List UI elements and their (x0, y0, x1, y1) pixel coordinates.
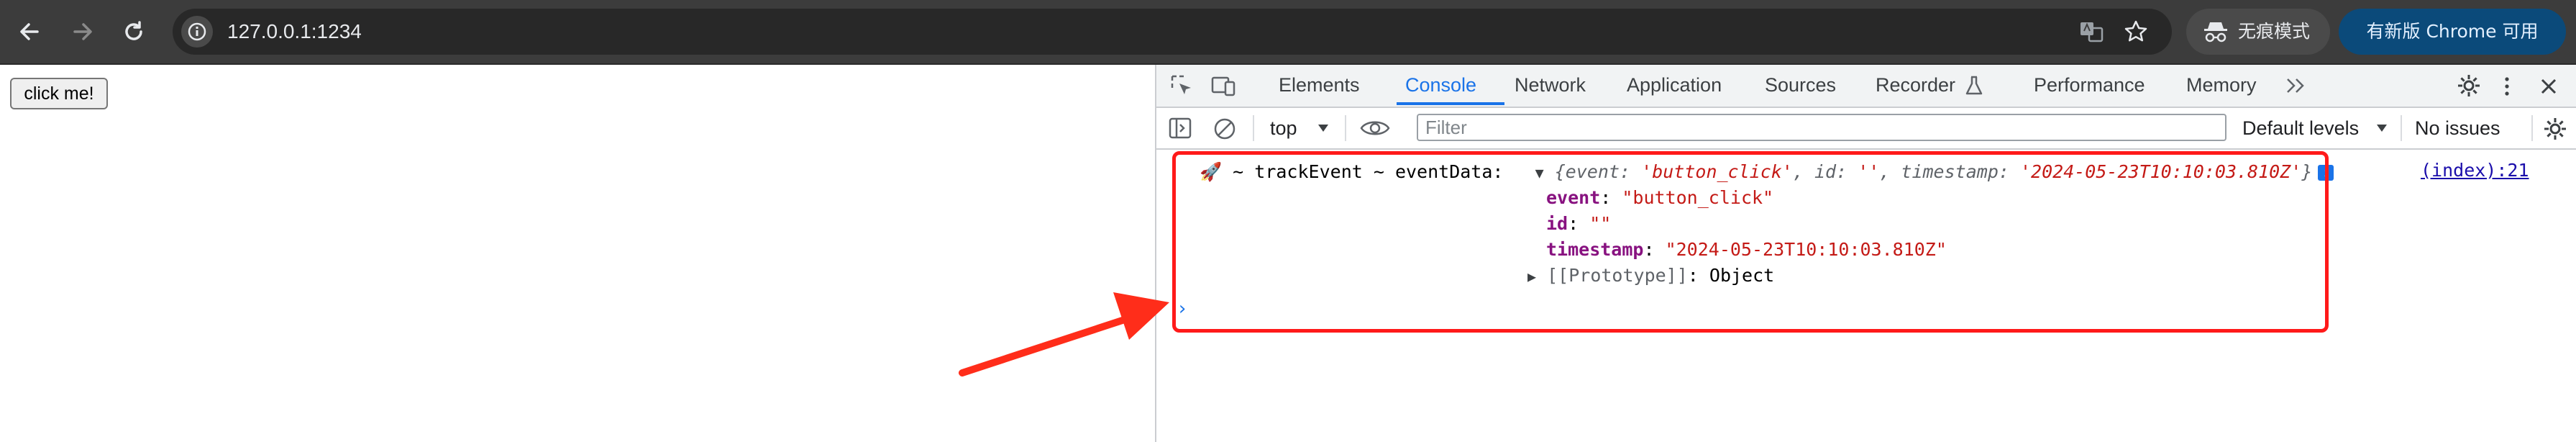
filter-input[interactable] (1417, 114, 2226, 141)
click-me-button[interactable]: click me! (10, 78, 108, 109)
reload-icon[interactable] (118, 16, 150, 48)
highlight-box (1172, 151, 2329, 333)
annotation-arrow (959, 292, 1169, 376)
console-toolbar: top Default levels No issues (1156, 108, 2576, 150)
log-levels-dropdown[interactable]: Default levels (2242, 108, 2359, 148)
devtools-tab-bar: Elements Console Network Application Sou… (1156, 65, 2576, 108)
tab-sources[interactable]: Sources (1765, 65, 1836, 107)
console-settings-gear-icon[interactable] (2541, 115, 2569, 143)
flask-icon (1965, 76, 1983, 95)
settings-gear-icon[interactable] (2455, 72, 2483, 99)
toolbar-separator (1345, 115, 1346, 141)
issues-counter[interactable]: No issues (2415, 108, 2500, 148)
browser-toolbar: 127.0.0.1:1234 无痕模式 有新版 Chrome 可用 (0, 0, 2576, 65)
toolbar-separator (2401, 115, 2402, 141)
tab-memory[interactable]: Memory (2186, 65, 2257, 107)
incognito-label: 无痕模式 (2238, 21, 2311, 42)
bookmark-star-icon[interactable] (2123, 19, 2149, 45)
tab-performance[interactable]: Performance (2034, 65, 2145, 107)
update-chrome-button[interactable]: 有新版 Chrome 可用 (2339, 9, 2566, 55)
device-toolbar-icon[interactable] (1210, 73, 1238, 99)
source-location-link[interactable]: (index):21 (2421, 160, 2529, 181)
tab-application[interactable]: Application (1627, 65, 1722, 107)
tab-network[interactable]: Network (1515, 65, 1586, 107)
toolbar-separator (2531, 115, 2533, 141)
chevron-down-icon[interactable] (2376, 124, 2388, 132)
site-info-button[interactable] (181, 16, 213, 48)
inspect-element-icon[interactable] (1169, 73, 1195, 99)
url-text[interactable]: 127.0.0.1:1234 (227, 9, 362, 55)
translate-icon[interactable] (2078, 19, 2104, 45)
clear-console-icon[interactable] (1212, 117, 1237, 141)
address-bar[interactable]: 127.0.0.1:1234 (173, 9, 2172, 55)
context-selector[interactable]: top (1270, 108, 1297, 148)
site-info-icon (188, 22, 206, 41)
tab-console[interactable]: Console (1405, 65, 1476, 107)
toolbar-separator (1253, 115, 1254, 141)
tab-recorder[interactable]: Recorder (1876, 65, 1955, 107)
incognito-icon (2204, 22, 2227, 42)
tab-elements[interactable]: Elements (1279, 65, 1360, 107)
eye-icon[interactable] (1359, 117, 1391, 140)
close-icon[interactable] (2537, 75, 2560, 98)
active-tab-indicator (1397, 102, 1504, 105)
sidebar-toggle-icon[interactable] (1168, 117, 1192, 140)
back-icon[interactable] (14, 16, 46, 48)
chevron-down-icon[interactable] (1317, 124, 1329, 132)
more-tabs-icon[interactable] (2284, 75, 2307, 96)
forward-icon[interactable] (66, 16, 98, 48)
kebab-menu-icon[interactable] (2500, 73, 2514, 99)
incognito-indicator[interactable]: 无痕模式 (2186, 9, 2330, 55)
